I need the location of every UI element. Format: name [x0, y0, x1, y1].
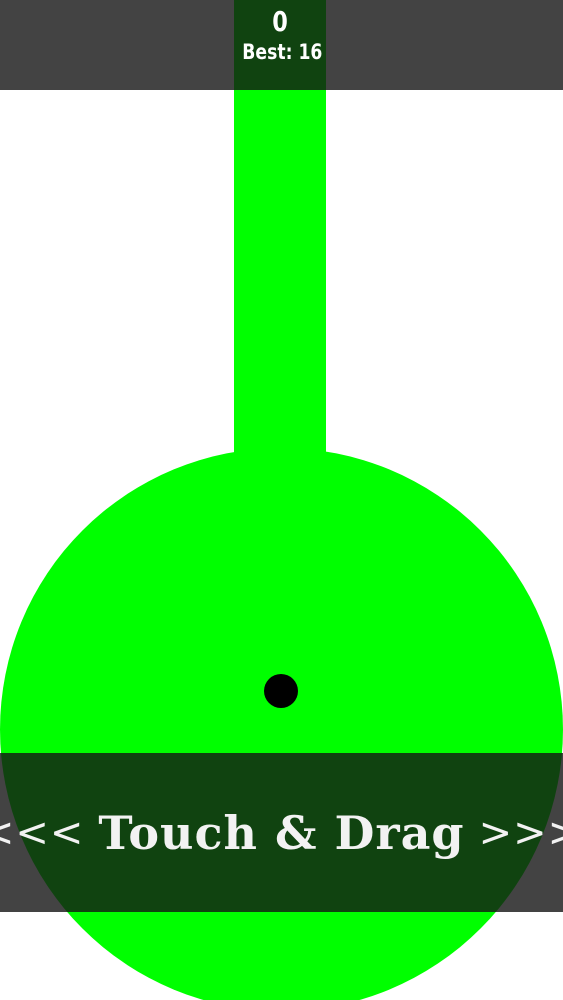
- best-score: Best: 16: [242, 40, 323, 64]
- instruction-banner[interactable]: <<< Touch & Drag >>>: [0, 753, 563, 912]
- current-score: 0: [272, 5, 288, 38]
- score-display: 0 Best: 16: [234, 0, 326, 90]
- score-bar: 0 Best: 16: [0, 0, 563, 90]
- instruction-content: <<< Touch & Drag >>>: [0, 806, 563, 860]
- instruction-label: Touch & Drag: [98, 805, 465, 860]
- player-ball[interactable]: [264, 674, 298, 708]
- right-arrows-icon: >>>: [478, 809, 563, 856]
- track-circle: [0, 448, 563, 1000]
- left-arrows-icon: <<<: [0, 809, 85, 856]
